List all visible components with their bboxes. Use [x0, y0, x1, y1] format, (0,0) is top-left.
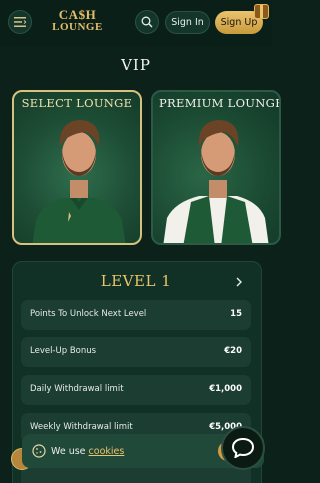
top-header: CA$H LOUNGE Sign In Sign Up: [0, 0, 272, 46]
cookie-message: We use: [51, 446, 86, 457]
brand-logo[interactable]: CA$H LOUNGE: [50, 7, 105, 33]
row-value: 15: [230, 309, 242, 319]
lounge-title-select: SELECT LOUNGE: [21, 96, 133, 110]
lounge-title-premium: PREMIUM LOUNGE: [159, 96, 281, 110]
level-row-points: Points To Unlock Next Level 15: [21, 300, 251, 330]
search-button[interactable]: [135, 10, 159, 34]
lounge-card-select[interactable]: SELECT LOUNGE: [12, 90, 142, 245]
row-label: Level-Up Bonus: [30, 346, 97, 356]
cookie-icon: [32, 444, 46, 458]
row-value: €20: [224, 346, 242, 356]
row-label: Weekly Withdrawal limit: [30, 422, 133, 432]
level-row-bonus: Level-Up Bonus €20: [21, 337, 251, 367]
level-row-daily-limit: Daily Withdrawal limit €1,000: [21, 375, 251, 405]
chat-icon: [232, 438, 254, 458]
logo-line-1: CA$H: [58, 7, 97, 22]
lounge-avatar-premium: [163, 120, 269, 243]
chat-button[interactable]: [221, 426, 265, 470]
chevron-right-icon: [236, 277, 242, 287]
page-title: VIP: [121, 56, 151, 74]
row-label: Points To Unlock Next Level: [30, 309, 147, 319]
row-value: €1,000: [209, 384, 242, 394]
menu-button[interactable]: [8, 10, 32, 34]
cookie-text: We use cookies: [51, 446, 124, 457]
row-label: Daily Withdrawal limit: [30, 384, 124, 394]
lounge-card-premium[interactable]: PREMIUM LOUNGE: [151, 90, 281, 245]
logo-line-2: LOUNGE: [52, 21, 103, 33]
search-icon: [141, 16, 153, 28]
next-level-button[interactable]: [232, 275, 246, 289]
menu-icon: [14, 17, 26, 27]
sign-in-button[interactable]: Sign In: [165, 11, 210, 34]
gift-icon[interactable]: [254, 4, 269, 19]
cookie-policy-link[interactable]: cookies: [89, 446, 125, 457]
lounge-avatar-select: [32, 120, 126, 243]
